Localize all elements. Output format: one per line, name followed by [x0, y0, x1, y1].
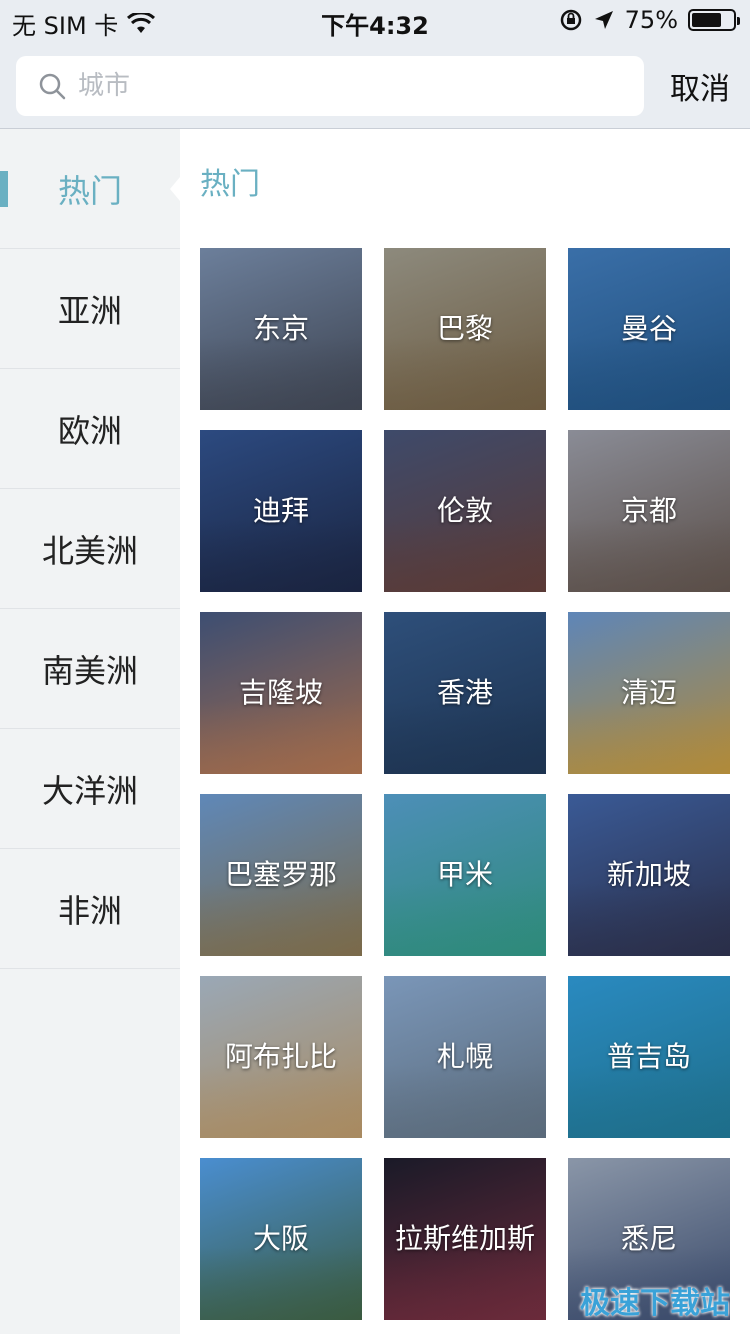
sidebar-item-label: 欧洲	[57, 411, 122, 450]
city-name: 香港	[436, 676, 493, 709]
city-photo-shade	[568, 883, 730, 956]
sidebar-item-label: 南美洲	[41, 651, 138, 690]
active-notch	[170, 177, 180, 201]
search-header: 取消	[0, 40, 750, 129]
city-photo-shade	[568, 701, 730, 774]
sidebar-item-label: 亚洲	[57, 291, 122, 330]
city-card[interactable]: 巴黎	[384, 248, 546, 410]
city-card[interactable]: 迪拜	[200, 430, 362, 592]
search-box[interactable]	[16, 56, 644, 116]
city-name: 巴黎	[436, 312, 493, 345]
city-card[interactable]: 东京	[200, 248, 362, 410]
city-name: 札幌	[436, 1040, 493, 1073]
sidebar-item-label: 大洋洲	[41, 771, 138, 810]
city-name: 新加坡	[606, 858, 691, 891]
status-right: 75%	[559, 6, 740, 34]
sidebar-item-3[interactable]: 北美洲	[0, 489, 180, 609]
city-photo-shade	[568, 1065, 730, 1138]
city-name: 吉隆坡	[238, 676, 323, 709]
city-photo-shade	[384, 519, 546, 592]
city-card[interactable]: 大阪	[200, 1158, 362, 1320]
sidebar-item-5[interactable]: 大洋洲	[0, 729, 180, 849]
city-photo-shade	[200, 1247, 362, 1320]
city-card[interactable]: 巴塞罗那	[200, 794, 362, 956]
city-photo-shade	[200, 701, 362, 774]
city-name: 伦敦	[436, 494, 493, 527]
sidebar-item-4[interactable]: 南美洲	[0, 609, 180, 729]
orientation-lock-icon	[560, 9, 581, 31]
city-card[interactable]: 清迈	[568, 612, 730, 774]
city-photo-shade	[384, 337, 546, 410]
city-photo-shade	[200, 519, 362, 592]
city-panel: 热门 东京 巴黎 曼谷迪拜 伦敦 京都吉隆坡 香港 清迈巴塞罗那 甲米 新加坡阿布扎比 札幌 普吉岛…	[180, 129, 750, 1334]
status-bar: 无 SIM 卡 下午4:32 75%	[0, 0, 750, 40]
sidebar-item-label: 热门	[57, 171, 122, 210]
sidebar-item-6[interactable]: 非洲	[0, 849, 180, 969]
active-indicator	[0, 171, 8, 207]
region-sidebar: 热门亚洲欧洲北美洲南美洲大洋洲非洲	[0, 129, 180, 1334]
city-photo-shade	[568, 519, 730, 592]
city-name: 拉斯维加斯	[394, 1222, 535, 1255]
search-input[interactable]	[78, 71, 598, 101]
city-photo-shade	[384, 701, 546, 774]
city-name: 普吉岛	[606, 1040, 691, 1073]
city-name: 东京	[252, 312, 309, 345]
city-photo-shade	[200, 883, 362, 956]
city-card[interactable]: 札幌	[384, 976, 546, 1138]
city-card[interactable]: 阿布扎比	[200, 976, 362, 1138]
search-icon	[39, 73, 66, 100]
city-card[interactable]: 新加坡	[568, 794, 730, 956]
city-name: 京都	[620, 494, 677, 527]
city-card[interactable]: 曼谷	[568, 248, 730, 410]
city-name: 巴塞罗那	[224, 858, 337, 891]
cancel-button[interactable]: 取消	[670, 64, 730, 108]
location-arrow-icon	[594, 11, 613, 29]
city-name: 大阪	[252, 1222, 309, 1255]
sidebar-item-1[interactable]: 亚洲	[0, 249, 180, 369]
city-photo-shade	[384, 883, 546, 956]
city-photo-shade	[200, 1065, 362, 1138]
city-name: 曼谷	[620, 312, 677, 345]
city-card[interactable]: 拉斯维加斯	[384, 1158, 546, 1320]
city-photo-shade	[384, 1247, 546, 1320]
city-photo-shade	[384, 1065, 546, 1138]
battery-fill	[692, 13, 721, 27]
city-photo-shade	[568, 337, 730, 410]
city-name: 迪拜	[252, 494, 309, 527]
section-title: 热门	[200, 167, 260, 202]
city-photo-shade	[200, 337, 362, 410]
sidebar-item-label: 非洲	[57, 891, 122, 930]
city-card[interactable]: 甲米	[384, 794, 546, 956]
city-name: 清迈	[620, 676, 677, 709]
sidebar-item-0[interactable]: 热门	[0, 129, 180, 249]
city-card[interactable]: 伦敦	[384, 430, 546, 592]
city-card[interactable]: 京都	[568, 430, 730, 592]
city-card[interactable]: 普吉岛	[568, 976, 730, 1138]
battery-icon	[688, 9, 740, 31]
city-card[interactable]: 吉隆坡	[200, 612, 362, 774]
sidebar-item-2[interactable]: 欧洲	[0, 369, 180, 489]
battery-percent: 75%	[624, 6, 678, 34]
city-name: 阿布扎比	[224, 1040, 337, 1073]
city-name: 悉尼	[620, 1222, 677, 1255]
city-grid: 东京 巴黎 曼谷迪拜 伦敦 京都吉隆坡 香港 清迈巴塞罗那 甲米 新加坡阿布扎比 札幌 普吉岛大阪 拉…	[200, 248, 730, 1320]
sidebar-item-label: 北美洲	[41, 531, 138, 570]
city-name: 甲米	[436, 858, 493, 891]
city-card[interactable]: 香港	[384, 612, 546, 774]
watermark: 极速下载站	[580, 1286, 730, 1321]
